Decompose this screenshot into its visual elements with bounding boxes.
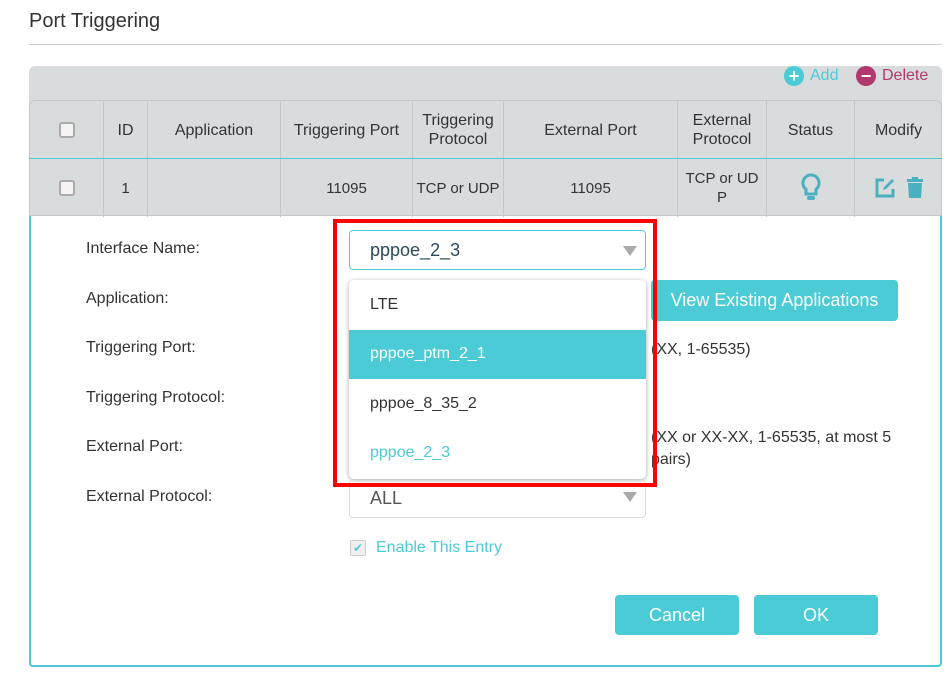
cell-modify [855, 159, 942, 217]
header-triggering-protocol: Triggering Protocol [413, 101, 504, 159]
lightbulb-icon[interactable] [800, 173, 822, 203]
plus-icon: + [784, 66, 804, 86]
header-triggering-port: Triggering Port [281, 101, 413, 159]
header-application: Application [148, 101, 281, 159]
external-protocol-label: External Protocol: [86, 488, 213, 505]
row-highlight-line [29, 158, 942, 159]
row-select[interactable] [30, 159, 104, 217]
application-label: Application: [86, 290, 169, 307]
interface-label: Interface Name: [86, 240, 200, 257]
cell-triggering-port: 11095 [281, 159, 413, 217]
cell-application [148, 159, 281, 217]
delete-button[interactable]: − Delete [856, 66, 928, 86]
cell-status [767, 159, 855, 217]
header-id: ID [104, 101, 148, 159]
external-protocol-value: ALL [370, 488, 403, 508]
header-external-port: External Port [504, 101, 678, 159]
triggering-protocol-label: Triggering Protocol: [86, 389, 226, 406]
triggering-port-hint: (XX, 1-65535) [651, 341, 751, 358]
caret-down-icon [623, 492, 637, 502]
header-modify: Modify [874, 121, 923, 139]
trash-icon[interactable] [906, 177, 924, 199]
header-status: Status [767, 101, 855, 159]
ok-button[interactable]: OK [754, 595, 878, 635]
header-select-all[interactable] [30, 101, 104, 159]
header-external-protocol: External Protocol [678, 101, 767, 159]
delete-label: Delete [882, 67, 929, 84]
external-port-hint: (XX or XX-XX, 1-65535, at most 5 pairs) [651, 429, 892, 468]
add-button[interactable]: + Add [784, 66, 838, 86]
enable-entry-checkbox[interactable]: ✔ [350, 540, 366, 556]
cancel-button[interactable]: Cancel [615, 595, 739, 635]
divider [29, 44, 942, 45]
add-label: Add [810, 67, 839, 84]
cell-triggering-protocol: TCP or UDP [413, 159, 504, 217]
external-port-label: External Port: [86, 438, 183, 455]
row-checkbox[interactable] [58, 180, 75, 196]
cell-id: 1 [104, 159, 148, 217]
cell-external-port: 11095 [504, 159, 678, 217]
minus-icon: − [856, 66, 876, 86]
page-title: Port Triggering [29, 10, 161, 32]
cell-external-protocol: TCP or UDP [678, 159, 767, 217]
highlight-box [333, 219, 657, 487]
edit-icon[interactable] [874, 177, 896, 199]
triggering-port-label: Triggering Port: [86, 339, 196, 356]
enable-entry-label[interactable]: Enable This Entry [376, 539, 502, 557]
view-existing-applications-button[interactable]: View Existing Applications [651, 280, 898, 321]
select-all-checkbox[interactable] [58, 122, 75, 138]
